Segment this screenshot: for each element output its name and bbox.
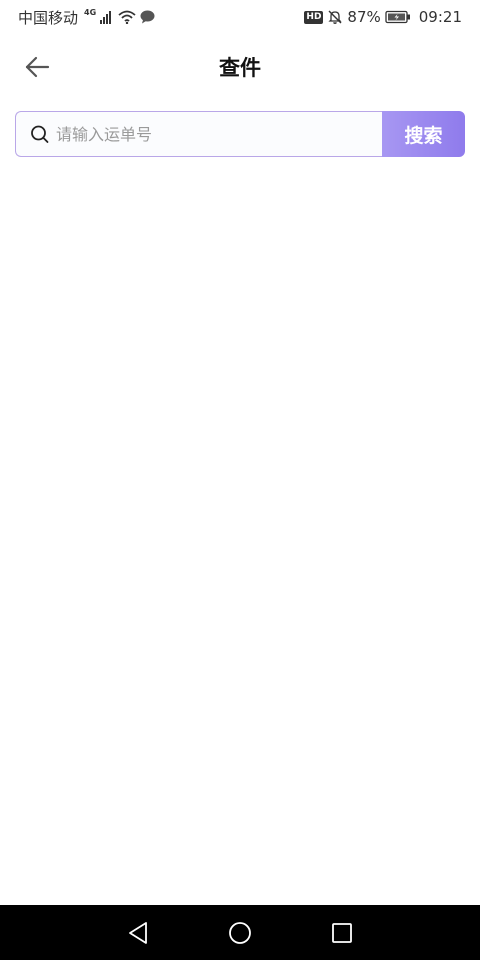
network-type: 4G [84,7,97,17]
status-bar: 中国移动 4G HD 87% 09:21 [0,0,480,34]
navigation-bar [0,905,480,960]
nav-recent-icon [331,922,353,944]
page-title: 查件 [219,56,261,80]
status-right: HD 87% 09:21 [304,8,462,26]
battery-percent: 87% [347,8,381,26]
hd-badge: HD [304,10,324,24]
mute-bell-icon [327,9,343,25]
search-input[interactable] [56,114,382,154]
nav-home-button[interactable] [220,913,260,953]
nav-back-icon [127,921,149,945]
nav-back-button[interactable] [118,913,158,953]
search-button[interactable]: 搜索 [382,111,465,157]
clock: 09:21 [418,8,462,26]
status-left: 中国移动 4G [18,7,155,28]
carrier-name: 中国移动 [18,8,79,27]
message-icon [140,10,155,24]
nav-recent-button[interactable] [322,913,362,953]
search-box[interactable] [15,111,382,157]
header: 查件 [0,34,480,100]
wifi-icon [118,10,136,24]
battery-charging-icon [385,10,411,24]
results-area [0,160,480,905]
search-bar: 搜索 [15,111,465,157]
screen: 中国移动 4G HD 87% 09:21 查件 请输入运单号 搜索 [0,0,480,960]
signal-icon [100,10,114,24]
search-icon [30,124,50,144]
nav-home-icon [228,921,252,945]
